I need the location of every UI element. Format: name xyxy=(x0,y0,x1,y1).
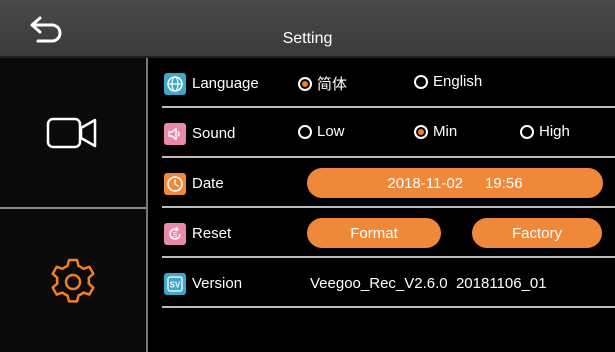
speaker-icon xyxy=(164,123,186,145)
sound-label: Sound xyxy=(192,125,236,142)
settings-list: Language 简体 English Sound Low Min High D… xyxy=(150,58,615,352)
language-option-english-label: English xyxy=(433,73,483,90)
sidebar xyxy=(0,58,148,352)
sidebar-item-settings[interactable] xyxy=(0,211,146,352)
language-option-english[interactable]: English xyxy=(414,73,482,90)
top-bar: Setting xyxy=(0,0,615,58)
radio-unselected xyxy=(298,124,312,139)
sidebar-item-video[interactable] xyxy=(0,58,146,209)
reset-row: S Reset Format Factory xyxy=(162,208,615,258)
date-value: 2018-11-02 xyxy=(387,174,464,192)
version-row: SV Version Veegoo_Rec_V2.6.0 20181106_01 xyxy=(162,258,615,308)
sound-option-high[interactable]: High xyxy=(520,123,570,140)
radio-selected xyxy=(298,76,312,91)
language-row: Language 简体 English xyxy=(162,58,615,108)
svg-text:S: S xyxy=(173,232,178,239)
page-title: Setting xyxy=(282,30,333,47)
radio-unselected xyxy=(414,74,428,89)
reset-label: Reset xyxy=(192,225,232,242)
sound-option-min-label: Min xyxy=(433,123,458,140)
language-option-chinese[interactable]: 简体 xyxy=(298,73,347,94)
factory-button[interactable]: Factory xyxy=(472,218,602,248)
video-camera-icon xyxy=(46,117,97,148)
date-row: Date 2018-11-02 19:56 xyxy=(162,158,615,208)
clock-icon xyxy=(164,173,186,195)
time-value: 19:56 xyxy=(485,174,523,192)
version-value: Veegoo_Rec_V2.6.0 20181106_01 xyxy=(310,275,547,292)
date-label: Date xyxy=(192,175,224,192)
sound-option-high-label: High xyxy=(539,123,570,140)
radio-selected xyxy=(414,124,428,139)
language-label: Language xyxy=(192,75,259,92)
globe-icon xyxy=(164,73,186,95)
sound-row: Sound Low Min High xyxy=(162,108,615,158)
format-button[interactable]: Format xyxy=(307,218,441,248)
sound-option-low[interactable]: Low xyxy=(298,123,345,140)
reset-icon: S xyxy=(164,223,186,245)
sound-option-low-label: Low xyxy=(317,123,345,140)
gear-icon xyxy=(51,258,95,303)
radio-unselected xyxy=(520,124,534,139)
svg-text:SV: SV xyxy=(170,281,181,290)
date-time-button[interactable]: 2018-11-02 19:56 xyxy=(307,168,603,198)
sv-icon: SV xyxy=(164,273,186,295)
sound-option-min[interactable]: Min xyxy=(414,123,457,140)
version-label: Version xyxy=(192,275,243,292)
language-option-chinese-label: 简体 xyxy=(317,76,348,93)
